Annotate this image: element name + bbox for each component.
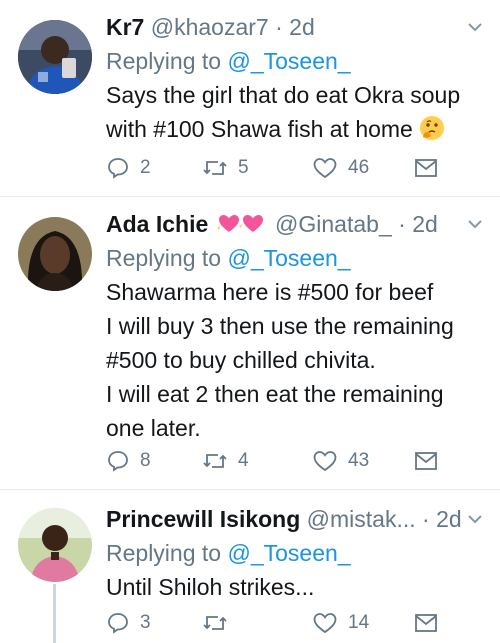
tweet-text-span: with #100 Shawa fish at home bbox=[106, 116, 413, 142]
replying-to: Replying to @_Toseen_ bbox=[106, 536, 486, 570]
avatar-image bbox=[18, 217, 92, 291]
heart-icon bbox=[313, 613, 337, 634]
mention-link[interactable]: @_Toseen_ bbox=[227, 48, 350, 74]
like-count: 43 bbox=[348, 450, 370, 471]
retweet-count: 4 bbox=[238, 450, 249, 471]
tweet-actions: 2 5 46 bbox=[106, 153, 446, 183]
username[interactable]: @Ginatab_ bbox=[275, 211, 392, 237]
tweet-header: Kr7 @khaozar7 · 2d bbox=[106, 10, 486, 44]
reply-icon bbox=[108, 613, 128, 634]
mention-link[interactable]: @_Toseen_ bbox=[227, 540, 350, 566]
reply-button[interactable]: 8 bbox=[106, 446, 151, 476]
heart-icon bbox=[313, 451, 337, 472]
tweet-text-line: one later. bbox=[106, 415, 201, 441]
sparkling-hearts-icon bbox=[216, 209, 267, 243]
separator-dot: · bbox=[398, 211, 406, 237]
replying-to-label: Replying to bbox=[106, 540, 228, 566]
username[interactable]: @mistak... bbox=[307, 506, 416, 532]
tweet-text-line: I will buy 3 then use the remaining bbox=[106, 313, 454, 339]
retweet-icon bbox=[203, 161, 227, 175]
replying-to-label: Replying to bbox=[106, 48, 228, 74]
display-name[interactable]: Kr7 bbox=[106, 14, 144, 40]
direct-message-button[interactable] bbox=[414, 153, 438, 183]
retweet-button[interactable]: 4 bbox=[202, 446, 249, 476]
chevron-down-icon[interactable] bbox=[464, 502, 486, 536]
tweet[interactable]: Princewill Isikong @mistak... · 2d Reply… bbox=[0, 490, 500, 643]
like-count: 14 bbox=[348, 612, 370, 633]
tweet-text-line: with #100 Shawa fish at home bbox=[106, 112, 486, 150]
reply-count: 2 bbox=[140, 157, 151, 178]
tweet-header: Princewill Isikong @mistak... · 2d bbox=[106, 502, 486, 536]
tweet[interactable]: Ada Ichie @Ginatab_ · 2d Replying to @_T… bbox=[0, 197, 500, 490]
reply-count: 8 bbox=[140, 450, 151, 471]
reply-count: 3 bbox=[140, 612, 151, 633]
tweet-text-line: I will eat 2 then eat the remaining bbox=[106, 381, 444, 407]
chevron-down-icon[interactable] bbox=[464, 207, 486, 241]
avatar-image bbox=[18, 508, 92, 582]
separator-dot: · bbox=[275, 14, 283, 40]
reply-icon bbox=[108, 158, 128, 179]
thread-line bbox=[53, 584, 56, 643]
direct-message-button[interactable] bbox=[414, 608, 438, 638]
replying-to: Replying to @_Toseen_ bbox=[106, 241, 486, 275]
chevron-down-icon[interactable] bbox=[464, 10, 486, 44]
tweet[interactable]: Kr7 @khaozar7 · 2d Replying to @_Toseen_… bbox=[0, 0, 500, 197]
tweet-actions: 8 4 43 bbox=[106, 446, 446, 476]
retweet-button[interactable]: 5 bbox=[202, 153, 249, 183]
retweet-button[interactable] bbox=[202, 608, 238, 638]
tweet-header: Ada Ichie @Ginatab_ · 2d bbox=[106, 207, 486, 241]
display-name[interactable]: Princewill Isikong bbox=[106, 506, 300, 532]
reply-button[interactable]: 2 bbox=[106, 153, 151, 183]
timestamp[interactable]: 2d bbox=[289, 14, 315, 40]
reply-icon bbox=[108, 451, 128, 472]
like-count: 46 bbox=[348, 157, 370, 178]
avatar-image bbox=[18, 20, 92, 94]
thinking-face-icon bbox=[419, 115, 445, 150]
envelope-icon bbox=[415, 614, 437, 632]
avatar[interactable] bbox=[18, 508, 92, 582]
tweet-feed: Kr7 @khaozar7 · 2d Replying to @_Toseen_… bbox=[0, 0, 500, 643]
like-button[interactable]: 43 bbox=[312, 446, 369, 476]
tweet-text: Says the girl that do eat Okra soup with… bbox=[106, 78, 486, 150]
timestamp[interactable]: 2d bbox=[412, 211, 438, 237]
separator-dot: · bbox=[422, 506, 430, 532]
tweet-text-line: #500 to buy chilled chivita. bbox=[106, 347, 376, 373]
reply-button[interactable]: 3 bbox=[106, 608, 151, 638]
timestamp[interactable]: 2d bbox=[436, 506, 462, 532]
retweet-icon bbox=[203, 454, 227, 468]
tweet-text-line: Says the girl that do eat Okra soup bbox=[106, 82, 461, 108]
username[interactable]: @khaozar7 bbox=[151, 14, 269, 40]
like-button[interactable]: 46 bbox=[312, 153, 369, 183]
tweet-text-line: Shawarma here is #500 for beef bbox=[106, 279, 434, 305]
tweet-text: Shawarma here is #500 for beef I will bu… bbox=[106, 275, 486, 445]
retweet-count: 5 bbox=[238, 157, 249, 178]
tweet-text-line: Until Shiloh strikes... bbox=[106, 574, 315, 600]
avatar[interactable] bbox=[18, 20, 92, 94]
tweet-actions: 3 14 bbox=[106, 608, 446, 638]
mention-link[interactable]: @_Toseen_ bbox=[227, 245, 350, 271]
envelope-icon bbox=[415, 452, 437, 470]
avatar[interactable] bbox=[18, 217, 92, 291]
like-button[interactable]: 14 bbox=[312, 608, 369, 638]
envelope-icon bbox=[415, 159, 437, 177]
replying-to: Replying to @_Toseen_ bbox=[106, 44, 486, 78]
direct-message-button[interactable] bbox=[414, 446, 438, 476]
display-name[interactable]: Ada Ichie bbox=[106, 211, 208, 237]
heart-icon bbox=[313, 158, 337, 179]
tweet-text: Until Shiloh strikes... bbox=[106, 570, 486, 604]
replying-to-label: Replying to bbox=[106, 245, 228, 271]
retweet-icon bbox=[203, 616, 227, 630]
